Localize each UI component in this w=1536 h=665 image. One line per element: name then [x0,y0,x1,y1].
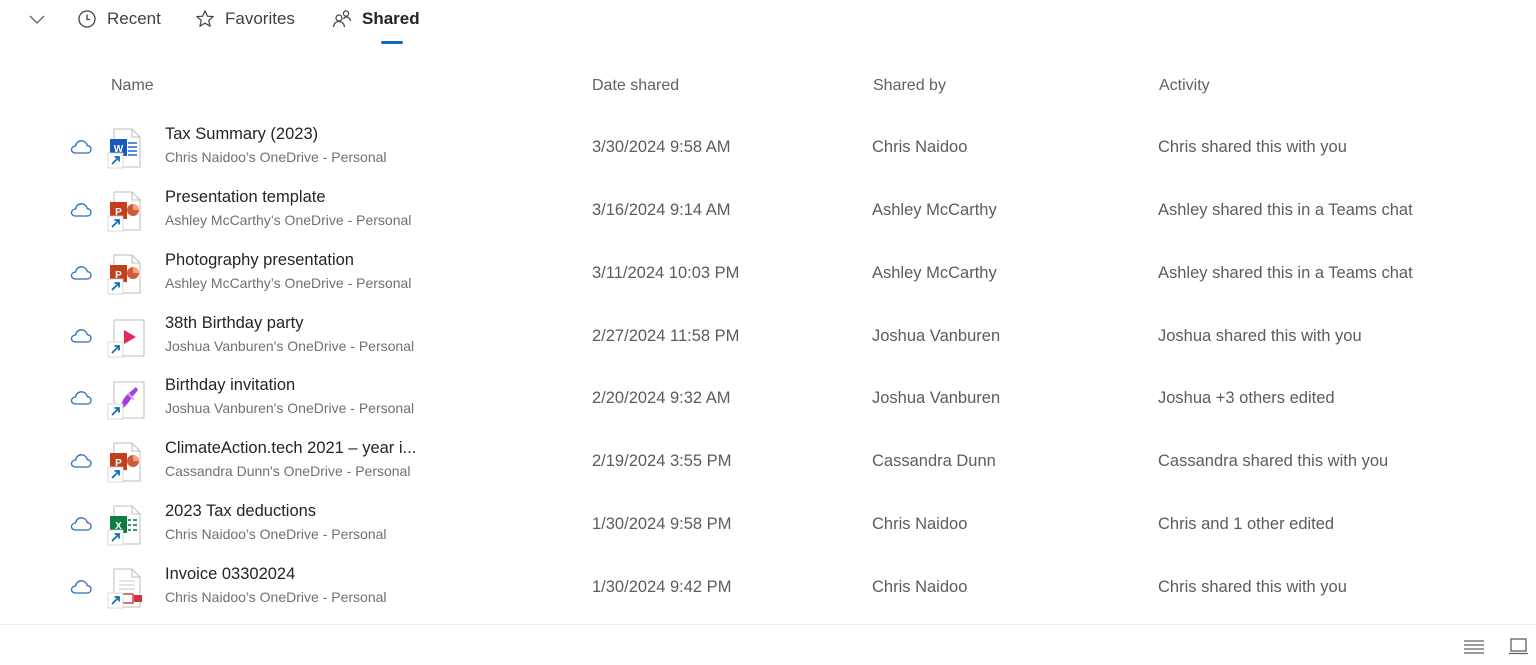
file-location: Chris Naidoo’s OneDrive - Personal [165,526,387,542]
cloud-icon [70,139,92,155]
activity: Chris shared this with you [1158,138,1347,156]
tab-favorites[interactable]: Favorites [195,6,295,32]
cloud-icon [70,328,92,344]
shared-by: Cassandra Dunn [872,452,996,470]
cloud-icon [70,202,92,218]
file-location: Chris Naidoo’s OneDrive - Personal [165,149,387,165]
tab-label: Shared [362,9,420,28]
activity: Cassandra shared this with you [1158,452,1389,470]
file-row[interactable]: W Tax Summary (2023) Chris Naidoo’s OneDri… [0,121,1536,184]
designer-file-icon [106,376,150,422]
date-shared: 2/27/2024 11:58 PM [592,327,740,345]
file-row[interactable]: Birthday invitation Joshua Vanburen's One… [0,372,1536,435]
activity: Ashley shared this in a Teams chat [1158,201,1413,219]
tab-label: Favorites [225,9,295,28]
activity: Joshua +3 others edited [1158,389,1335,407]
activity: Joshua shared this with you [1158,327,1362,345]
file-name[interactable]: Tax Summary (2023) [165,125,318,144]
shared-by: Ashley McCarthy [872,201,997,219]
shared-by: Ashley McCarthy [872,264,997,282]
shared-by: Chris Naidoo [872,515,968,533]
star-icon [195,9,215,29]
video-file-icon [106,314,150,360]
tile-view-icon[interactable] [1507,636,1531,656]
powerpoint-file-icon: P [106,439,150,485]
file-row[interactable]: P Photography presentation Ashley McCarthy… [0,247,1536,310]
column-header-name[interactable]: Name [111,77,154,95]
shared-by: Chris Naidoo [872,138,968,156]
file-location: Chris Naidoo’s OneDrive - Personal [165,589,387,605]
powerpoint-file-icon: P [106,251,150,297]
file-name[interactable]: Photography presentation [165,251,354,270]
activity: Ashley shared this in a Teams chat [1158,264,1413,282]
file-location: Ashley McCarthy’s OneDrive - Personal [165,275,412,291]
date-shared: 2/20/2024 9:32 AM [592,389,731,407]
divider [0,624,1536,625]
tab-label: Recent [107,9,161,28]
file-row[interactable]: Invoice 03302024 Chris Naidoo’s OneDrive … [0,561,1536,624]
file-name[interactable]: 38th Birthday party [165,314,304,333]
file-row[interactable]: P Presentation template Ashley McCarthy’s … [0,184,1536,247]
tab-recent[interactable]: Recent [77,6,161,32]
excel-file-icon: X [106,502,150,548]
cloud-icon [70,516,92,532]
date-shared: 1/30/2024 9:58 PM [592,515,732,533]
file-name[interactable]: Presentation template [165,188,326,207]
date-shared: 3/30/2024 9:58 AM [592,138,731,156]
file-location: Cassandra Dunn's OneDrive - Personal [165,463,411,479]
cloud-icon [70,390,92,406]
powerpoint-file-icon: P [106,188,150,234]
list-view-icon[interactable] [1462,636,1486,656]
shared-by: Joshua Vanburen [872,389,1001,407]
date-shared: 3/11/2024 10:03 PM [592,264,740,282]
date-shared: 1/30/2024 9:42 PM [592,578,732,596]
active-tab-indicator [381,41,403,44]
file-name[interactable]: Invoice 03302024 [165,565,295,584]
file-location: Ashley McCarthy’s OneDrive - Personal [165,212,412,228]
file-name[interactable]: 2023 Tax deductions [165,502,316,521]
column-header-shared-by[interactable]: Shared by [873,77,946,95]
people-icon [332,9,352,29]
date-shared: 2/19/2024 3:55 PM [592,452,732,470]
column-header-date-shared[interactable]: Date shared [592,77,679,95]
activity: Chris shared this with you [1158,578,1347,596]
shared-by: Joshua Vanburen [872,327,1001,345]
file-row[interactable]: P ClimateAction.tech 2021 – year i... Cass… [0,435,1536,498]
file-row[interactable]: 38th Birthday party Joshua Vanburen's One… [0,310,1536,373]
file-row[interactable]: X 2023 Tax deductions Chris Naidoo’s OneDr… [0,498,1536,561]
file-location: Joshua Vanburen's OneDrive - Personal [165,400,415,416]
pdf-file-icon [106,565,150,611]
chevron-down-icon[interactable] [26,8,48,30]
cloud-icon [70,453,92,469]
tab-shared[interactable]: Shared [332,6,420,32]
clock-icon [77,9,97,29]
date-shared: 3/16/2024 9:14 AM [592,201,731,219]
view-tabs: Recent Favorites Shared [0,0,1536,46]
shared-by: Chris Naidoo [872,578,968,596]
cloud-icon [70,265,92,281]
column-header-activity[interactable]: Activity [1159,77,1210,95]
file-name[interactable]: Birthday invitation [165,376,295,395]
word-file-icon: W [106,125,150,171]
file-location: Joshua Vanburen's OneDrive - Personal [165,338,415,354]
cloud-icon [70,579,92,595]
file-name[interactable]: ClimateAction.tech 2021 – year i... [165,439,416,458]
activity: Chris and 1 other edited [1158,515,1335,533]
